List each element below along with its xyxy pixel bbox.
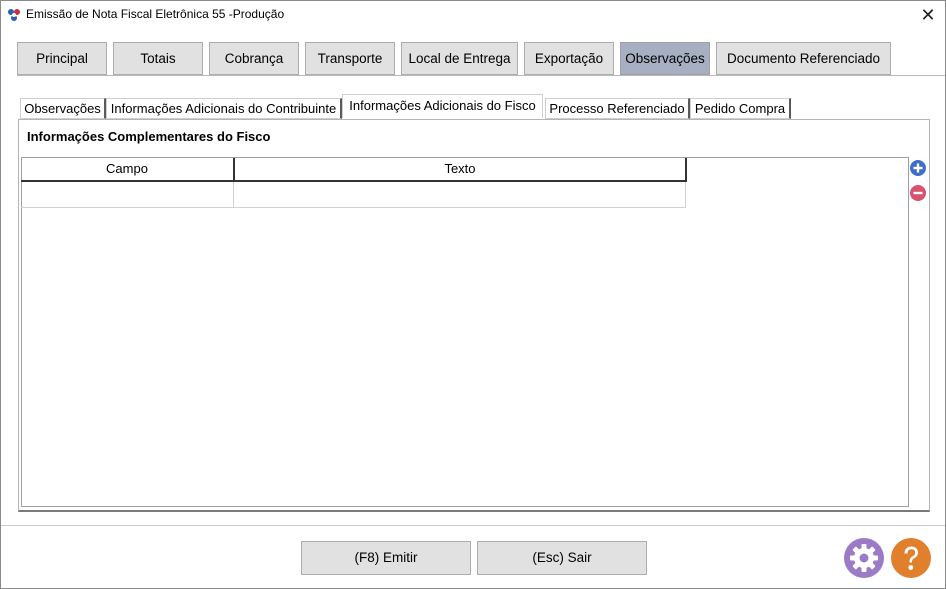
close-icon: ✕ (920, 5, 936, 25)
app-window: Emissão de Nota Fiscal Eletrônica 55 -Pr… (0, 0, 946, 589)
emitir-button[interactable]: (F8) Emitir (301, 541, 471, 575)
question-mark-icon (891, 538, 931, 578)
help-button[interactable] (891, 538, 931, 578)
close-button[interactable]: ✕ (911, 1, 945, 29)
grid-header: Campo Texto (21, 158, 687, 182)
tab-local-de-entrega[interactable]: Local de Entrega (401, 42, 518, 75)
tab-observacoes[interactable]: Observações (620, 42, 710, 75)
minus-circle-icon (910, 185, 926, 201)
subtab-info-adicionais-fisco[interactable]: Informações Adicionais do Fisco (342, 94, 543, 118)
subtab-info-adicionais-contribuinte[interactable]: Informações Adicionais do Contribuinte (106, 98, 342, 119)
window-title: Emissão de Nota Fiscal Eletrônica 55 -Pr… (26, 7, 285, 21)
footer-divider (1, 525, 945, 526)
cell-texto[interactable] (234, 182, 684, 207)
section-title: Informações Complementares do Fisco (27, 129, 271, 144)
remove-row-button[interactable] (910, 185, 926, 201)
subtab-observacoes[interactable]: Observações (20, 98, 106, 119)
subtab-pedido-compra[interactable]: Pedido Compra (690, 98, 791, 119)
app-logo-icon (6, 7, 22, 23)
info-grid[interactable] (21, 157, 909, 507)
tab-cobranca[interactable]: Cobrança (209, 42, 299, 75)
tab-totais[interactable]: Totais (113, 42, 203, 75)
sair-button[interactable]: (Esc) Sair (477, 541, 647, 575)
tab-exportacao[interactable]: Exportação (524, 42, 614, 75)
title-bar: Emissão de Nota Fiscal Eletrônica 55 -Pr… (1, 1, 945, 31)
table-row[interactable] (21, 182, 686, 208)
tab-documento-referenciado[interactable]: Documento Referenciado (716, 42, 891, 75)
tab-principal[interactable]: Principal (17, 42, 107, 75)
subtab-processo-referenciado[interactable]: Processo Referenciado (545, 98, 690, 119)
settings-button[interactable] (844, 538, 884, 578)
add-row-button[interactable] (910, 160, 926, 176)
column-header-campo[interactable]: Campo (21, 158, 235, 180)
tab-transporte[interactable]: Transporte (305, 42, 395, 75)
cell-campo[interactable] (21, 182, 234, 207)
column-header-texto[interactable]: Texto (235, 158, 685, 180)
gear-icon (844, 538, 884, 578)
plus-circle-icon (910, 160, 926, 176)
